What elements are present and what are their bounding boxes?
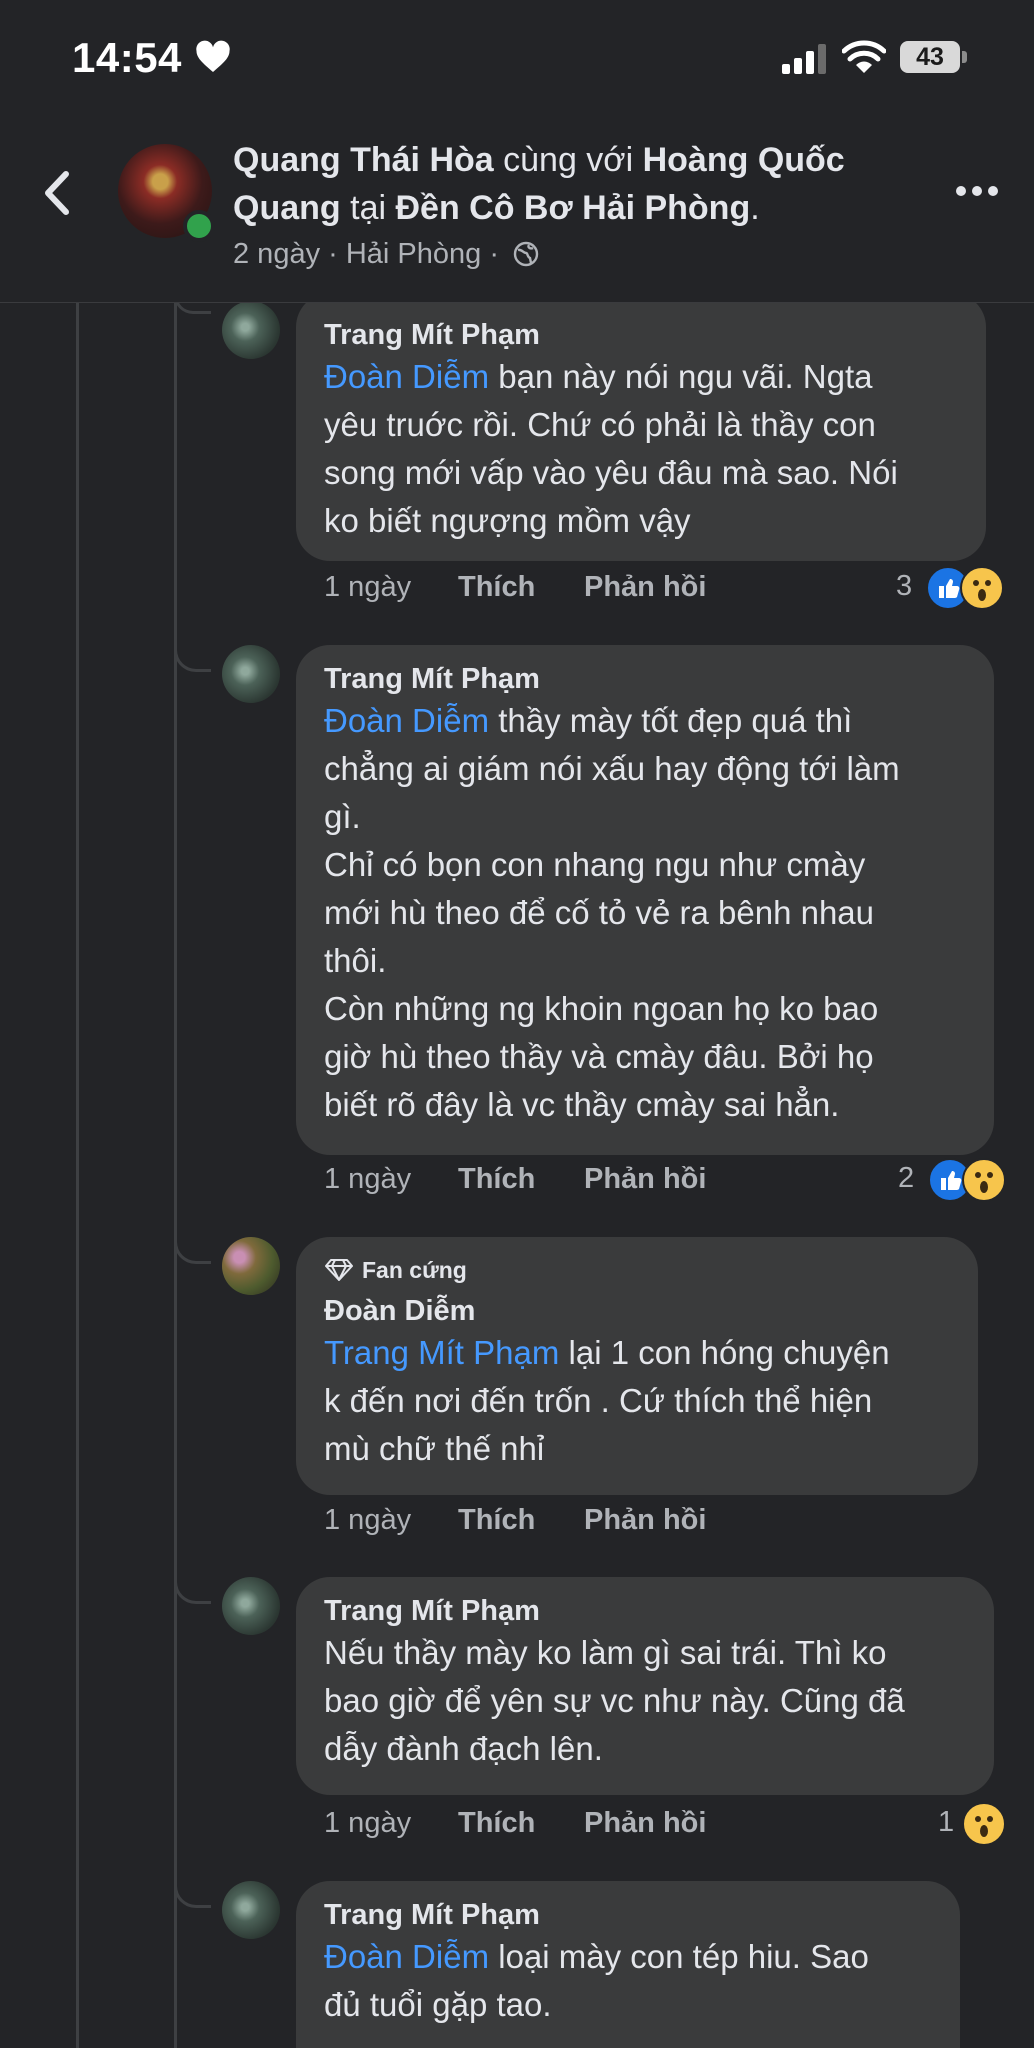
thread-connector bbox=[174, 1235, 211, 1264]
battery-indicator: 43 bbox=[900, 41, 970, 73]
mention-link[interactable]: Trang Mít Phạm bbox=[324, 1334, 559, 1371]
diamond-icon bbox=[325, 1259, 353, 1281]
thread-connector bbox=[174, 643, 211, 672]
avatar[interactable] bbox=[222, 1881, 280, 1939]
comment-author[interactable]: Trang Mít Phạm bbox=[324, 1899, 540, 1932]
comment-text: Trang Mít Phạm lại 1 con hóng chuyện k đ… bbox=[324, 1334, 890, 1467]
post-author-link[interactable]: Quang Thái Hòa bbox=[233, 141, 494, 179]
post-title: Quang Thái Hòa cùng với Hoàng Quốc Quang… bbox=[233, 141, 845, 227]
mention-link[interactable]: Đoàn Diễm bbox=[324, 1938, 489, 1975]
status-time: 14:54 bbox=[72, 34, 182, 81]
thread-line-inner bbox=[174, 303, 177, 2048]
reaction-count: 2 bbox=[898, 1162, 915, 1194]
wifi-icon bbox=[842, 40, 886, 73]
comment-bubble: Trang Mít Phạm Đoàn Diễm loại mày con té… bbox=[296, 1881, 960, 2048]
like-button[interactable]: Thích bbox=[458, 571, 535, 604]
globe-icon bbox=[513, 241, 539, 267]
mention-link[interactable]: Đoàn Diễm bbox=[324, 702, 489, 739]
comment-thread: Trang Mít Phạm Đoàn Diễm bạn này nói ngu… bbox=[0, 303, 1034, 2048]
reaction-summary[interactable]: 2 bbox=[898, 1158, 1008, 1202]
comment-bubble: Fan cứng Đoàn Diễm Trang Mít Phạm lại 1 … bbox=[296, 1237, 978, 1495]
comment-author[interactable]: Đoàn Diễm bbox=[324, 1295, 475, 1328]
comment-author[interactable]: Trang Mít Phạm bbox=[324, 319, 540, 352]
fan-badge: Fan cứng bbox=[324, 1257, 467, 1284]
thread-connector bbox=[174, 303, 211, 314]
comment-bubble: Trang Mít Phạm Đoàn Diễm thầy mày tốt đẹ… bbox=[296, 645, 994, 1155]
cellular-signal-icon bbox=[782, 44, 826, 74]
reply-button[interactable]: Phản hồi bbox=[584, 1163, 706, 1196]
comment-bubble: Trang Mít Phạm Đoàn Diễm bạn này nói ngu… bbox=[296, 303, 986, 561]
like-button[interactable]: Thích bbox=[458, 1504, 535, 1537]
online-status-dot bbox=[183, 210, 215, 242]
comment-text: Đoàn Diễm bạn này nói ngu vãi. Ngta yêu … bbox=[324, 358, 898, 539]
like-button[interactable]: Thích bbox=[458, 1807, 535, 1840]
mention-link[interactable]: Đoàn Diễm bbox=[324, 358, 489, 395]
comment-text: Nếu thầy mày ko làm gì sai trái. Thì ko … bbox=[324, 1634, 905, 1767]
comment-bubble: Trang Mít Phạm Nếu thầy mày ko làm gì sa… bbox=[296, 1577, 994, 1795]
comment-time: 1 ngày bbox=[324, 1504, 412, 1536]
avatar[interactable] bbox=[222, 645, 280, 703]
like-button[interactable]: Thích bbox=[458, 1163, 535, 1196]
back-arrow-icon[interactable] bbox=[38, 166, 78, 220]
place-link[interactable]: Đền Cô Bơ Hải Phòng bbox=[395, 189, 750, 227]
comment-text: Đoàn Diễm thầy mày tốt đẹp quá thì chẳng… bbox=[324, 702, 900, 1123]
status-bar: 14:54 43 bbox=[0, 0, 1034, 118]
avatar[interactable] bbox=[222, 1577, 280, 1635]
comment-author[interactable]: Trang Mít Phạm bbox=[324, 663, 540, 696]
wow-icon bbox=[962, 1158, 1006, 1202]
thread-line-outer bbox=[76, 303, 79, 2048]
reaction-count: 3 bbox=[896, 570, 913, 602]
post-header: Quang Thái Hòa cùng với Hoàng Quốc Quang… bbox=[0, 118, 1034, 303]
post-meta: 2 ngày · Hải Phòng · bbox=[233, 238, 539, 271]
reaction-summary[interactable]: 1 bbox=[938, 1802, 1008, 1846]
avatar[interactable] bbox=[222, 1237, 280, 1295]
more-options-icon[interactable] bbox=[955, 184, 999, 198]
thread-connector bbox=[174, 1879, 211, 1908]
reply-button[interactable]: Phản hồi bbox=[584, 1807, 706, 1840]
comment-time: 1 ngày bbox=[324, 571, 412, 603]
reply-button[interactable]: Phản hồi bbox=[584, 571, 706, 604]
reply-button[interactable]: Phản hồi bbox=[584, 1504, 706, 1537]
wow-icon bbox=[962, 1802, 1006, 1846]
comment-author[interactable]: Trang Mít Phạm bbox=[324, 1595, 540, 1628]
thread-connector bbox=[174, 1575, 211, 1604]
wow-icon bbox=[960, 566, 1004, 610]
comment-time: 1 ngày bbox=[324, 1807, 412, 1839]
comment-time: 1 ngày bbox=[324, 1163, 412, 1195]
reaction-summary[interactable]: 3 bbox=[896, 566, 1006, 610]
comment-text: Đoàn Diễm loại mày con tép hiu. Sao đủ t… bbox=[324, 1938, 869, 2023]
heart-icon bbox=[196, 40, 230, 72]
avatar[interactable] bbox=[222, 303, 280, 359]
reaction-count: 1 bbox=[938, 1806, 955, 1838]
battery-level: 43 bbox=[916, 43, 944, 71]
